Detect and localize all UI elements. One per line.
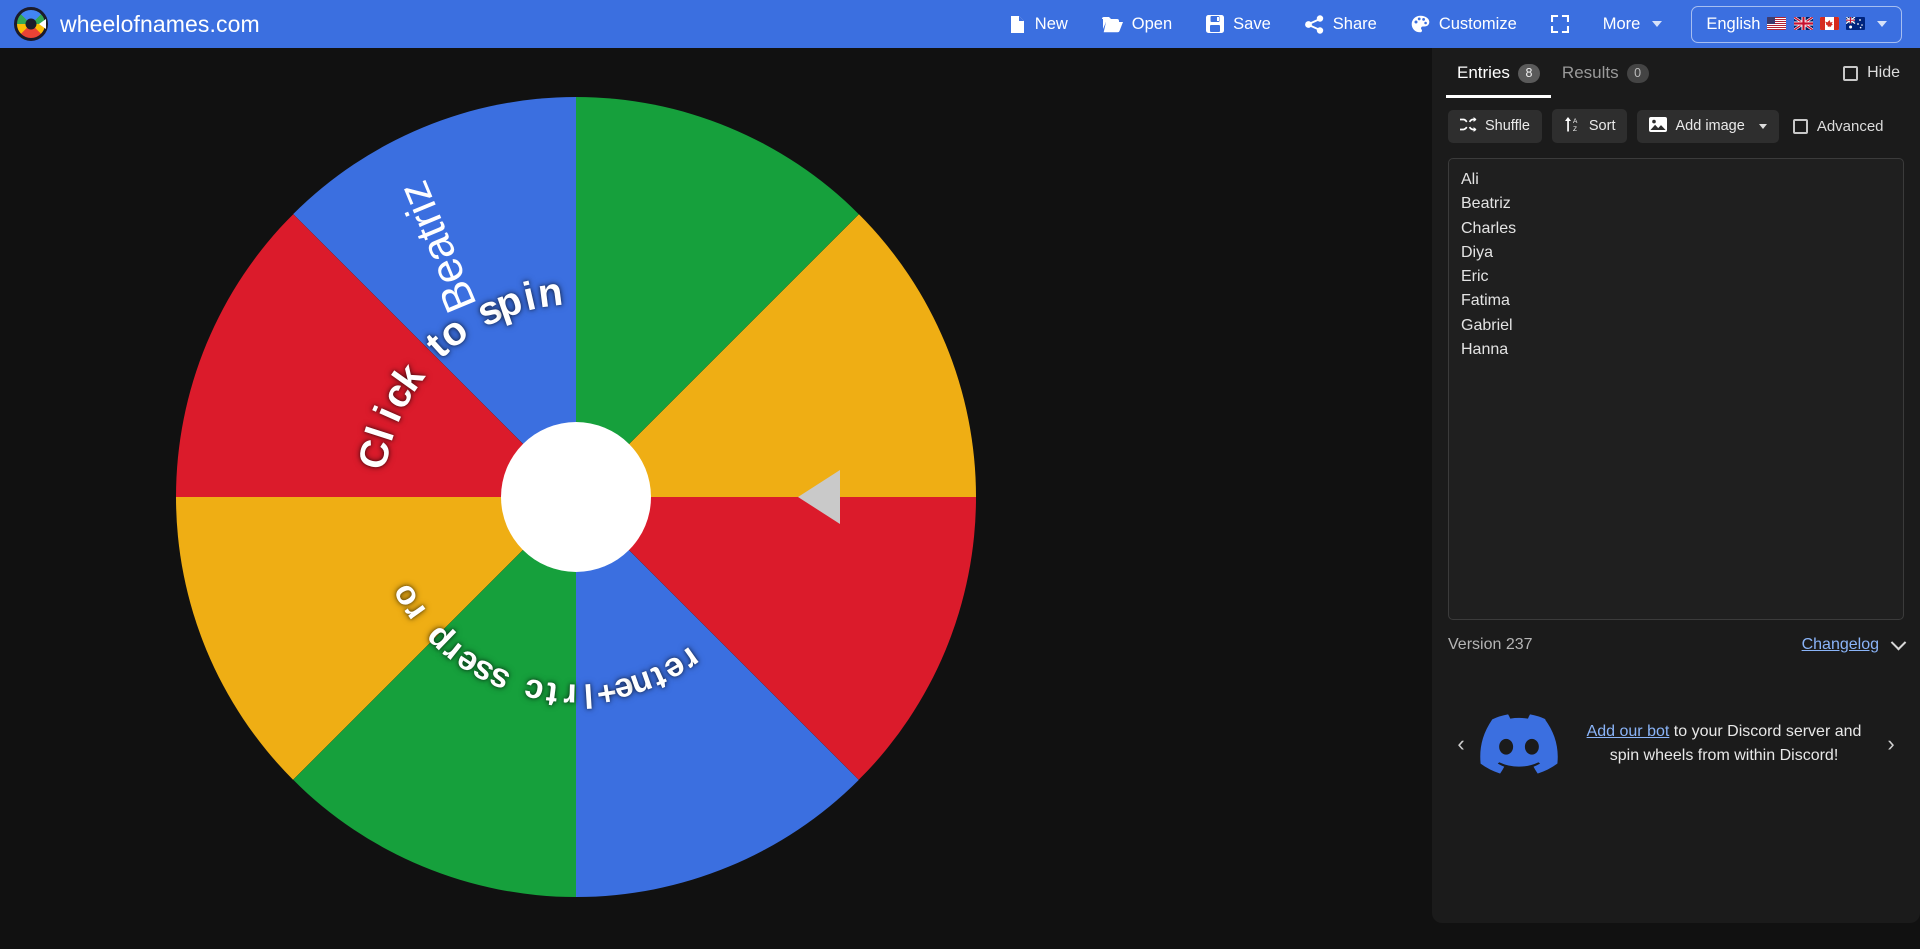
fullscreen-button[interactable] — [1538, 8, 1582, 40]
advanced-checkbox-box[interactable] — [1792, 118, 1808, 134]
version-label: Version 237 — [1448, 636, 1533, 653]
discord-logo-icon — [1478, 713, 1560, 775]
advanced-checkbox[interactable]: Advanced — [1792, 117, 1884, 135]
image-icon — [1649, 116, 1668, 136]
hide-checkbox[interactable]: Hide — [1843, 64, 1906, 82]
sort-label: Sort — [1588, 118, 1616, 134]
add-image-label: Add image — [1675, 118, 1745, 134]
new-label: New — [1034, 14, 1068, 33]
sort-arrow-icon: AZ — [1564, 116, 1581, 136]
shuffle-icon — [1460, 116, 1477, 136]
share-button[interactable]: Share — [1292, 8, 1390, 41]
sidebar-panel: Entries 8 Results 0 Hide Shuffle AZ Sort… — [1432, 48, 1920, 923]
brand-title: wheelofnames.com — [60, 10, 260, 37]
flag-gb-icon — [1793, 16, 1813, 30]
hide-label: Hide — [1867, 64, 1900, 81]
promo-next-button[interactable]: › — [1878, 733, 1904, 755]
promo-carousel: ‹ Add our bot to your Discord server and… — [1448, 684, 1904, 804]
wheel-center-hub[interactable] — [501, 422, 651, 572]
wheel-logo-icon — [14, 7, 48, 41]
flag-au-icon — [1846, 16, 1865, 30]
entry-item[interactable]: Charles — [1461, 217, 1903, 241]
shuffle-button[interactable]: Shuffle — [1448, 109, 1542, 143]
flag-ca-icon — [1819, 16, 1839, 30]
promo-text: Add our bot to your Discord server and s… — [1570, 720, 1878, 768]
floppy-disk-icon — [1206, 15, 1225, 33]
save-label: Save — [1233, 14, 1271, 33]
changelog-link[interactable]: Changelog — [1802, 636, 1879, 654]
spin-wheel[interactable]: AliHannaGabrielFatimaEricDiyaCharlesBeat… — [176, 97, 976, 897]
tab-results-label: Results — [1561, 63, 1619, 82]
customize-button[interactable]: Customize — [1398, 8, 1530, 41]
entries-textarea[interactable]: Ali Beatriz Charles Diya Eric Fatima Gabriel Ha… — [1448, 158, 1904, 620]
sidebar: Entries 8 Results 0 Hide Shuffle AZ Sort… — [1432, 48, 1920, 949]
tab-entries-badge: 8 — [1517, 63, 1540, 83]
entry-item[interactable]: Ali — [1461, 168, 1903, 192]
tab-results-badge: 0 — [1626, 63, 1649, 83]
entry-item[interactable]: Hanna — [1461, 338, 1903, 362]
svg-text:A: A — [1573, 118, 1578, 125]
chevron-down-icon — [1652, 21, 1663, 27]
wheel-pointer-icon — [798, 470, 840, 524]
tab-entries-label: Entries — [1457, 63, 1510, 82]
language-label: English — [1706, 14, 1761, 33]
advanced-label: Advanced — [1816, 117, 1884, 135]
more-label: More — [1602, 14, 1641, 33]
more-menu-button[interactable]: More — [1590, 8, 1676, 41]
entry-item[interactable]: Eric — [1461, 265, 1903, 289]
open-button[interactable]: Open — [1089, 8, 1185, 41]
language-flags — [1767, 16, 1867, 33]
entry-item[interactable]: Gabriel — [1461, 314, 1903, 338]
add-image-button[interactable]: Add image — [1637, 109, 1779, 143]
save-button[interactable]: Save — [1193, 8, 1284, 41]
entry-item[interactable]: Diya — [1461, 241, 1903, 265]
customize-label: Customize — [1438, 14, 1517, 33]
promo-prev-button[interactable]: ‹ — [1448, 733, 1474, 755]
tab-entries[interactable]: Entries 8 — [1446, 48, 1551, 98]
sort-button[interactable]: AZ Sort — [1551, 109, 1628, 143]
tab-results[interactable]: Results 0 — [1551, 48, 1660, 98]
language-selector[interactable]: English — [1691, 5, 1902, 43]
wheel-stage: AliHannaGabrielFatimaEricDiyaCharlesBeat… — [0, 48, 1432, 949]
language-chevron-down-icon — [1877, 21, 1887, 27]
folder-open-icon — [1101, 16, 1123, 33]
flag-us-icon — [1767, 16, 1787, 30]
nav-actions: New Open Save Share Customize More Engli… — [992, 0, 1920, 48]
entry-item[interactable]: Fatima — [1461, 289, 1903, 313]
hide-checkbox-box[interactable] — [1843, 65, 1859, 81]
version-row: Version 237 Changelog — [1448, 634, 1907, 654]
add-image-chevron-down-icon[interactable] — [1758, 123, 1767, 129]
shuffle-label: Shuffle — [1485, 118, 1530, 134]
share-nodes-icon — [1304, 14, 1324, 34]
brand-home-link[interactable]: wheelofnames.com — [14, 7, 260, 41]
file-icon — [1009, 15, 1026, 34]
share-label: Share — [1332, 14, 1377, 33]
top-navigation-bar: wheelofnames.com New Open Save Share Cus… — [0, 0, 1920, 48]
fullscreen-expand-icon — [1550, 15, 1569, 33]
palette-icon — [1411, 15, 1430, 34]
new-button[interactable]: New — [996, 8, 1081, 41]
changelog-chevron-down-icon[interactable] — [1890, 634, 1907, 650]
svg-text:Z: Z — [1573, 126, 1577, 132]
open-label: Open — [1131, 14, 1173, 33]
entries-toolbar: Shuffle AZ Sort Add image Advanced — [1432, 98, 1920, 153]
sidebar-tabs: Entries 8 Results 0 Hide — [1432, 48, 1920, 98]
promo-link[interactable]: Add our bot — [1587, 723, 1670, 740]
entry-item[interactable]: Beatriz — [1461, 192, 1903, 216]
